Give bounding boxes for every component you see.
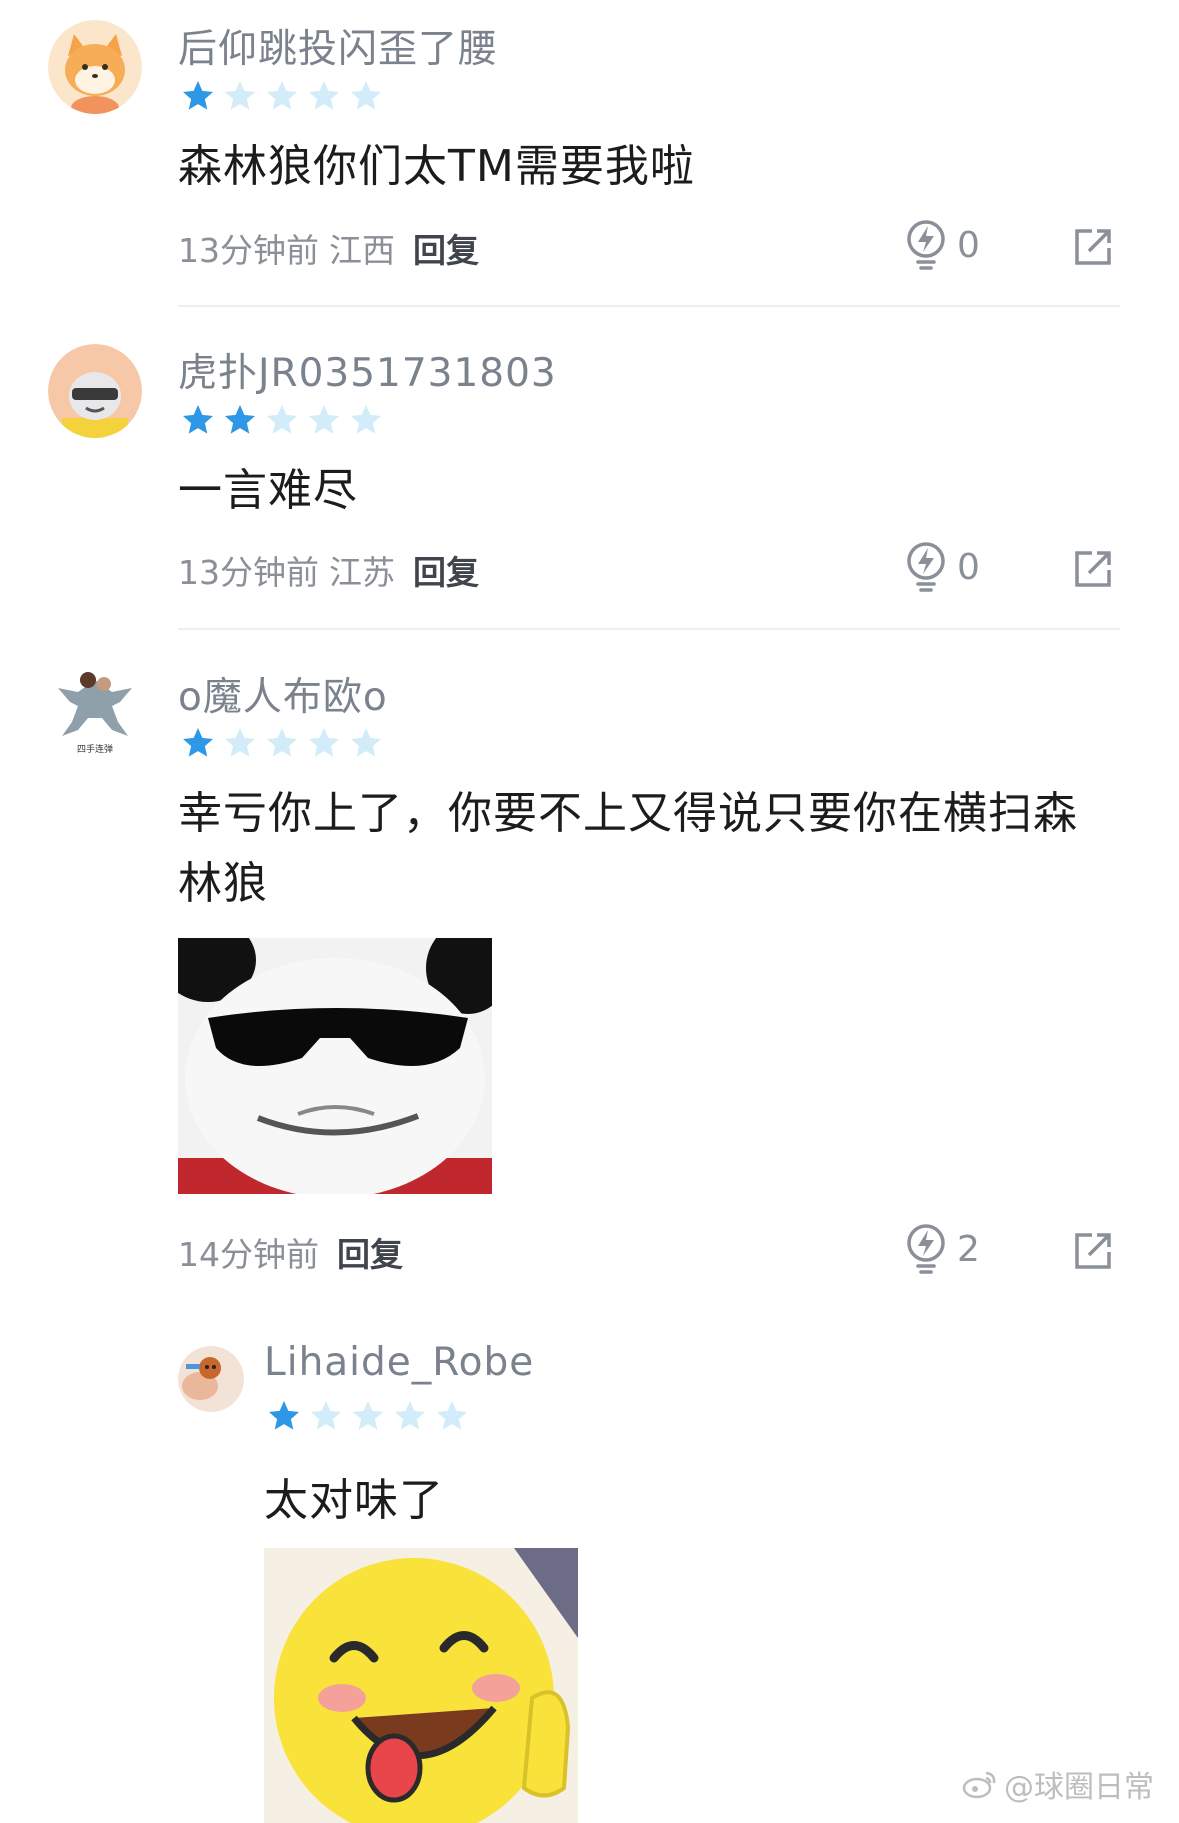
like-count: 0 (957, 546, 980, 588)
watermark: @球圈日常 (962, 1762, 1154, 1806)
avatar[interactable] (178, 1346, 244, 1412)
comment-meta: 13分钟前 江苏 回复 (178, 546, 489, 594)
like-button[interactable]: 0 (905, 540, 980, 594)
sticker-image-smiley-thumbs-up[interactable] (264, 1548, 578, 1823)
like-count: 0 (957, 224, 980, 266)
like-button[interactable]: 2 (905, 1222, 980, 1276)
location: 江苏 (329, 553, 395, 592)
divider (178, 305, 1120, 307)
comment-text: 太对味了 (264, 1475, 444, 1526)
reply-button[interactable]: 回复 (413, 231, 479, 270)
star-icon (309, 728, 339, 757)
comment-meta: 14分钟前 回复 (178, 1228, 413, 1276)
star-rating (266, 1398, 470, 1434)
reply-button[interactable]: 回复 (337, 1235, 403, 1274)
timestamp: 13分钟前 (178, 553, 319, 592)
star-icon (353, 1401, 383, 1430)
avatar-caption: 四手连弹 (77, 743, 113, 755)
star-icon (311, 1401, 341, 1430)
star-icon (267, 405, 297, 434)
star-icon (351, 728, 381, 757)
star-icon (267, 81, 297, 110)
share-icon[interactable] (1072, 548, 1114, 590)
lightning-like-icon (907, 220, 945, 270)
star-icon (309, 81, 339, 110)
comment-text: 幸亏你上了，你要不上又得说只要你在横扫森林狼 (178, 788, 1078, 909)
username[interactable]: o魔人布欧o (178, 666, 388, 722)
star-icon (437, 1401, 467, 1430)
star-icon (351, 405, 381, 434)
like-button[interactable]: 0 (905, 218, 980, 272)
share-icon[interactable] (1072, 226, 1114, 268)
star-icon (225, 728, 255, 757)
star-rating (180, 402, 384, 438)
username[interactable]: 虎扑JR0351731803 (178, 342, 557, 398)
star-icon (269, 1401, 299, 1430)
comment-text: 一言难尽 (178, 465, 358, 516)
star-icon (225, 81, 255, 110)
star-rating (180, 78, 384, 114)
location: 江西 (329, 231, 395, 270)
sticker-image-panda-sunglasses[interactable] (178, 938, 492, 1194)
comment-text: 森林狼你们太TM需要我啦 (178, 141, 695, 192)
star-icon (351, 81, 381, 110)
lightning-like-icon (907, 542, 945, 592)
comment-meta: 13分钟前 江西 回复 (178, 224, 489, 272)
watermark-text: @球圈日常 (1004, 1770, 1154, 1805)
avatar[interactable] (48, 344, 142, 438)
divider (178, 628, 1120, 630)
timestamp: 14分钟前 (178, 1235, 319, 1274)
username[interactable]: Lihaide_Robe (264, 1340, 534, 1385)
share-icon[interactable] (1072, 1230, 1114, 1272)
star-icon (395, 1401, 425, 1430)
star-icon (309, 405, 339, 434)
avatar[interactable]: 四手连弹 (48, 662, 142, 756)
username[interactable]: 后仰跳投闪歪了腰 (178, 18, 498, 74)
avatar[interactable] (48, 20, 142, 114)
star-icon (267, 728, 297, 757)
timestamp: 13分钟前 (178, 231, 319, 270)
star-icon (225, 405, 255, 434)
star-rating (180, 725, 384, 761)
star-icon (183, 728, 213, 757)
lightning-like-icon (907, 1224, 945, 1274)
reply-button[interactable]: 回复 (413, 553, 479, 592)
like-count: 2 (957, 1228, 980, 1270)
star-icon (183, 81, 213, 110)
weibo-logo-icon (962, 1771, 996, 1799)
star-icon (183, 405, 213, 434)
